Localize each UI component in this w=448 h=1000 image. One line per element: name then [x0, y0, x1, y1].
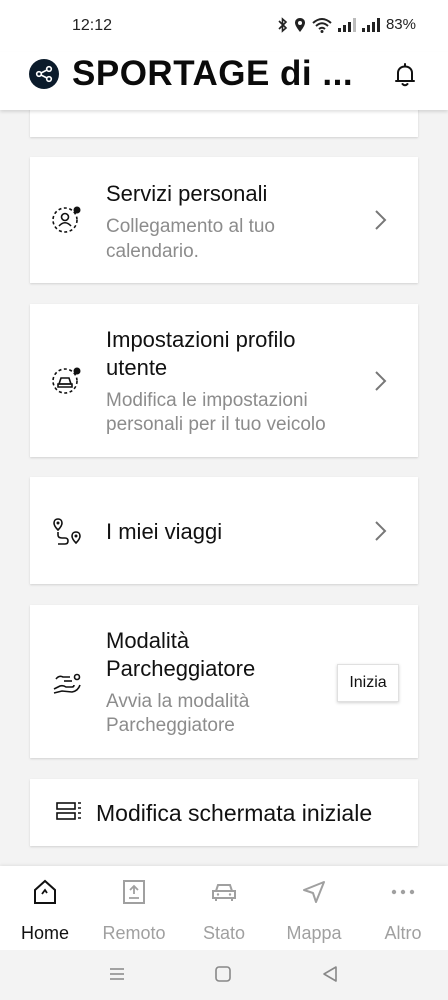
nav-more[interactable]: Altro — [358, 878, 448, 944]
personal-services-title: Servizi personali — [106, 181, 268, 206]
bell-icon — [395, 63, 415, 87]
page-title: SPORTAGE di ... — [72, 54, 354, 93]
nav-map[interactable]: Mappa — [269, 878, 359, 944]
profile-settings-subtitle-2: personali per il tuo veicolo — [106, 414, 326, 435]
bottom-nav: Home Remoto Stato Mappa Altro — [0, 866, 448, 950]
personal-services-subtitle-2: calendario. — [106, 241, 199, 262]
share-icon — [35, 65, 53, 83]
wifi-icon — [312, 17, 332, 33]
chevron-right-icon — [375, 210, 387, 230]
location-icon — [294, 17, 305, 32]
nav-remote-label: Remoto — [102, 923, 166, 943]
nav-more-label: Altro — [384, 923, 422, 943]
my-trips-title: I miei viaggi — [106, 519, 223, 544]
car-status-icon — [212, 884, 236, 901]
more-dots-icon — [391, 889, 415, 895]
profile-settings-title-1: Impostazioni profilo — [106, 327, 296, 352]
valet-mode-icon — [53, 673, 81, 694]
profile-settings-title-2: utente — [106, 355, 168, 380]
home-icon — [34, 879, 56, 904]
edit-home-title: Modifica schermata iniziale — [96, 800, 373, 826]
bluetooth-icon — [278, 16, 288, 33]
nav-home[interactable]: Home — [0, 878, 90, 944]
share-button[interactable] — [29, 59, 59, 89]
system-nav-bar — [0, 950, 448, 1000]
profile-settings-subtitle-1: Modifica le impostazioni — [106, 390, 308, 411]
valet-mode-title-2: Parcheggiatore — [106, 656, 256, 681]
card-personal-services[interactable]: Servizi personali Collegamento al tuo ca… — [30, 157, 418, 283]
app-header: SPORTAGE di ... — [0, 52, 448, 110]
edit-layout-icon — [56, 802, 81, 820]
nav-status-label: Stato — [202, 923, 246, 943]
card-edit-home[interactable]: Modifica schermata iniziale — [30, 779, 418, 846]
chevron-right-icon — [375, 371, 387, 391]
nav-remote[interactable]: Remoto — [89, 878, 179, 944]
nav-status[interactable]: Stato — [179, 878, 269, 944]
valet-mode-title-1: Modalità — [106, 628, 190, 653]
status-icons: 83% — [278, 16, 416, 33]
card-my-trips[interactable]: I miei viaggi — [30, 477, 418, 584]
profile-settings-icon — [52, 367, 81, 394]
nav-map-label: Mappa — [286, 923, 342, 943]
back-icon[interactable] — [320, 964, 340, 984]
signal-icon — [337, 17, 356, 32]
remote-icon — [123, 880, 145, 904]
chevron-right-icon — [375, 521, 387, 541]
trips-icon — [53, 518, 81, 545]
home-system-icon[interactable] — [213, 964, 233, 984]
start-valet-button[interactable]: Inizia — [337, 664, 399, 702]
status-bar: 12:12 83% — [0, 0, 448, 52]
card-valet-mode: Modalità Parcheggiatore Avvia la modalit… — [30, 605, 418, 758]
notifications-button[interactable] — [390, 60, 420, 90]
nav-home-label: Home — [20, 923, 69, 943]
card-profile-settings[interactable]: Impostazioni profilo utente Modifica le … — [30, 304, 418, 457]
personal-services-icon — [52, 206, 81, 233]
signal-icon-2 — [361, 17, 380, 32]
recent-apps-icon[interactable] — [107, 964, 127, 984]
valet-mode-subtitle-1: Avvia la modalità — [106, 691, 250, 712]
personal-services-subtitle-1: Collegamento al tuo — [106, 216, 275, 237]
valet-mode-subtitle-2: Parcheggiatore — [106, 715, 235, 736]
status-time: 12:12 — [72, 17, 113, 34]
navigation-arrow-icon — [303, 881, 325, 903]
battery-level: 83% — [385, 16, 416, 33]
